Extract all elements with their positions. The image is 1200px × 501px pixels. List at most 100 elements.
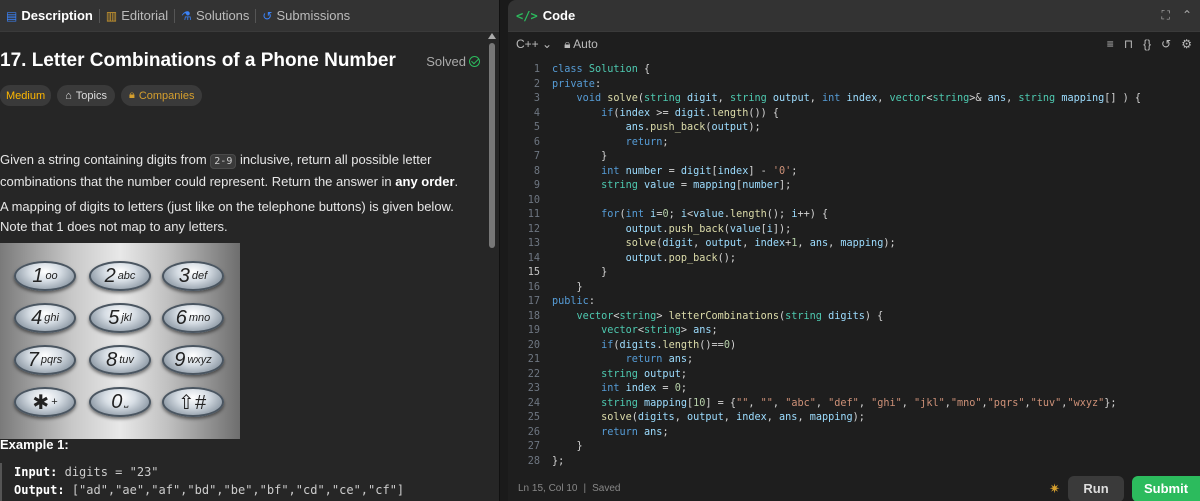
code-line[interactable]: 3 void solve(string digit, string output… (508, 92, 1200, 107)
topics-badge[interactable]: ⌂ Topics (57, 85, 115, 106)
key-letters: ᴏᴏ (45, 270, 58, 282)
code-text[interactable]: solve(digit, output, index+1, ans, mappi… (552, 237, 896, 252)
code-text[interactable]: if(digits.length()==0) (552, 339, 736, 354)
code-line[interactable]: 20 if(digits.length()==0) (508, 339, 1200, 354)
code-line[interactable]: 23 int index = 0; (508, 382, 1200, 397)
problem-title[interactable]: 17. Letter Combinations of a Phone Numbe… (0, 50, 396, 72)
key-number: ✱ (32, 391, 50, 414)
code-line[interactable]: 2 private: (508, 78, 1200, 93)
code-line[interactable]: 5 ans.push_back(output); (508, 121, 1200, 136)
code-text[interactable]: class Solution { (552, 63, 650, 78)
code-line[interactable]: 4 if(index >= digit.length()) { (508, 107, 1200, 122)
key-letters: abc (117, 270, 136, 282)
code-line[interactable]: 28}; (508, 455, 1200, 470)
run-button[interactable]: Run (1068, 475, 1124, 501)
format-icon[interactable]: ≡ (1107, 37, 1114, 51)
code-line[interactable]: 10 (508, 194, 1200, 209)
code-line[interactable]: 11 for(int i=0; i<value.length(); i++) { (508, 208, 1200, 223)
line-number: 13 (527, 238, 540, 249)
code-text[interactable]: string value = mapping[number]; (552, 179, 791, 194)
tab-submissions[interactable]: ↺ Submissions (256, 0, 356, 32)
line-number: 7 (533, 151, 540, 162)
code-text[interactable]: } (552, 266, 607, 281)
code-line[interactable]: 12 output.push_back(value[i]); (508, 223, 1200, 238)
tab-description[interactable]: ▤ Description (0, 0, 99, 32)
description-scrollbar[interactable] (487, 33, 497, 501)
key-letters: tuv (119, 354, 134, 366)
key-letters: ghi (44, 312, 59, 324)
code-line[interactable]: 19 vector<string> ans; (508, 324, 1200, 339)
line-number: 21 (527, 354, 540, 365)
code-editor[interactable]: 1 class Solution {2 private: 3 void solve(s… (508, 60, 1200, 474)
example-block: Input: digits = "23" Output: ["ad","ae",… (0, 463, 480, 501)
code-line[interactable]: 6 return; (508, 136, 1200, 151)
code-line[interactable]: 21 return ans; (508, 353, 1200, 368)
keypad-key: 2 abc (89, 261, 151, 291)
auto-mode[interactable]: 🔒︎ Auto (564, 37, 598, 52)
code-text[interactable]: }; (552, 455, 564, 470)
scroll-up-arrow-icon[interactable] (488, 33, 496, 39)
submit-button[interactable]: Submit (1132, 475, 1200, 501)
code-text[interactable]: string mapping[10] = {"", "", "abc", "de… (552, 397, 1116, 412)
code-line[interactable]: 18 vector<string> letterCombinations(str… (508, 310, 1200, 325)
code-line[interactable]: 7 } (508, 150, 1200, 165)
code-text[interactable]: output.push_back(value[i]); (552, 223, 792, 238)
line-number: 23 (527, 383, 540, 394)
code-text[interactable]: } (552, 281, 583, 296)
code-panel-header: </> Code ⛶ ⌃ (508, 0, 1200, 32)
tab-solutions[interactable]: ⚗ Solutions (175, 0, 255, 32)
code-text[interactable]: int index = 0; (552, 382, 687, 397)
code-text[interactable]: vector<string> letterCombinations(string… (552, 310, 884, 325)
companies-badge[interactable]: 🔒︎ Companies (120, 85, 203, 106)
tab-editorial[interactable]: ▥ Editorial (100, 0, 174, 32)
code-text[interactable]: } (552, 440, 583, 455)
code-line[interactable]: 15 } (508, 266, 1200, 281)
code-text[interactable]: if(index >= digit.length()) { (552, 107, 779, 122)
code-line[interactable]: 26 return ans; (508, 426, 1200, 441)
code-line[interactable]: 27 } (508, 440, 1200, 455)
code-line[interactable]: 24 string mapping[10] = {"", "", "abc", … (508, 397, 1200, 412)
code-text[interactable]: public: (552, 295, 595, 310)
code-line[interactable]: 17 public: (508, 295, 1200, 310)
braces-icon[interactable]: {} (1143, 37, 1151, 51)
collapse-up-icon[interactable]: ⌃ (1182, 8, 1192, 23)
scroll-thumb[interactable] (489, 43, 495, 248)
code-panel-title: Code (542, 8, 576, 23)
code-text[interactable]: ans.push_back(output); (552, 121, 761, 136)
editor-statusbar: Ln 15, Col 10 | Saved ✷ Run Submit (508, 475, 1200, 501)
code-text[interactable]: } (552, 150, 607, 165)
code-line[interactable]: 16 } (508, 281, 1200, 296)
code-line[interactable]: 14 output.pop_back(); (508, 252, 1200, 267)
output-value: ["ad","ae","af","bd","be","bf","cd","ce"… (71, 483, 405, 497)
reset-icon[interactable]: ↺ (1161, 37, 1171, 51)
code-text[interactable]: int number = digit[index] - '0'; (552, 165, 797, 180)
code-line[interactable]: 25 solve(digits, output, index, ans, map… (508, 411, 1200, 426)
settings-icon[interactable]: ⚙ (1181, 37, 1192, 51)
line-number: 10 (527, 194, 540, 206)
key-letters: jkl (121, 312, 132, 324)
check-circle-icon (469, 55, 480, 67)
line-number: 6 (533, 136, 540, 148)
bookmark-icon[interactable]: ⊓ (1124, 37, 1133, 51)
code-text[interactable]: output.pop_back(); (552, 252, 736, 267)
code-line[interactable]: 9 string value = mapping[number]; (508, 179, 1200, 194)
code-line[interactable]: 13 solve(digit, output, index+1, ans, ma… (508, 237, 1200, 252)
code-text[interactable]: return ans; (552, 353, 694, 368)
debugger-icon[interactable]: ✷ (1049, 481, 1060, 497)
code-text[interactable]: vector<string> ans; (552, 324, 718, 339)
keypad-key: 6 mno (162, 303, 224, 333)
language-select[interactable]: C++ ⌄ (516, 37, 552, 51)
code-text[interactable]: solve(digits, output, index, ans, mappin… (552, 411, 865, 426)
code-text[interactable]: return ans; (552, 426, 669, 441)
code-text[interactable]: void solve(string digit, string output, … (552, 92, 1142, 107)
code-line[interactable]: 22 string output; (508, 368, 1200, 383)
code-line[interactable]: 8 int number = digit[index] - '0'; (508, 165, 1200, 180)
fullscreen-icon[interactable]: ⛶ (1162, 8, 1170, 23)
key-number: 3 (178, 264, 190, 287)
code-text[interactable]: string output; (552, 368, 687, 383)
description-panel: ▤ Description ▥ Editorial ⚗ Solutions ↺ … (0, 0, 500, 501)
code-text[interactable]: private: (552, 78, 601, 93)
code-text[interactable]: return; (552, 136, 669, 151)
code-text[interactable]: for(int i=0; i<value.length(); i++) { (552, 208, 828, 223)
code-line[interactable]: 1 class Solution { (508, 63, 1200, 78)
